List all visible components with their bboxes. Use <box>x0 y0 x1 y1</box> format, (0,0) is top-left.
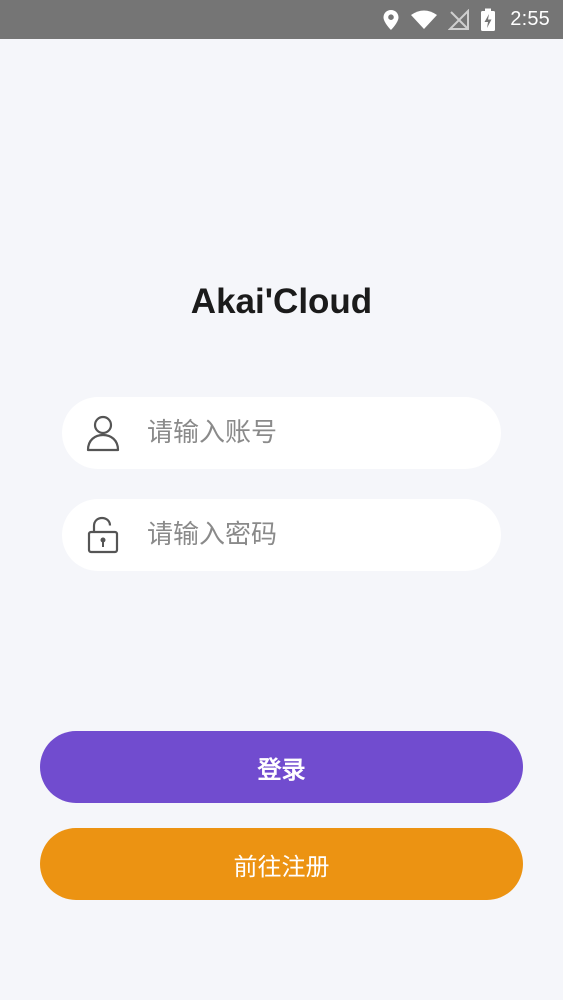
app-title: Akai'Cloud <box>190 282 373 321</box>
wifi-icon <box>410 8 438 32</box>
status-time: 2:55 <box>510 8 550 30</box>
battery-charging-icon <box>480 8 496 32</box>
unlock-icon <box>85 515 121 555</box>
account-field[interactable] <box>62 397 501 469</box>
register-button[interactable]: 前往注册 <box>40 828 523 900</box>
no-signal-icon <box>448 8 470 32</box>
status-bar: 2:55 <box>0 0 563 39</box>
login-button[interactable]: 登录 <box>40 731 523 803</box>
location-icon <box>382 8 400 32</box>
login-screen: 2:55 Akai'Cloud 登录 前往注册 <box>0 0 563 1000</box>
password-input[interactable] <box>147 515 467 555</box>
user-icon <box>85 413 121 453</box>
account-input[interactable] <box>147 413 467 453</box>
password-field[interactable] <box>62 499 501 571</box>
